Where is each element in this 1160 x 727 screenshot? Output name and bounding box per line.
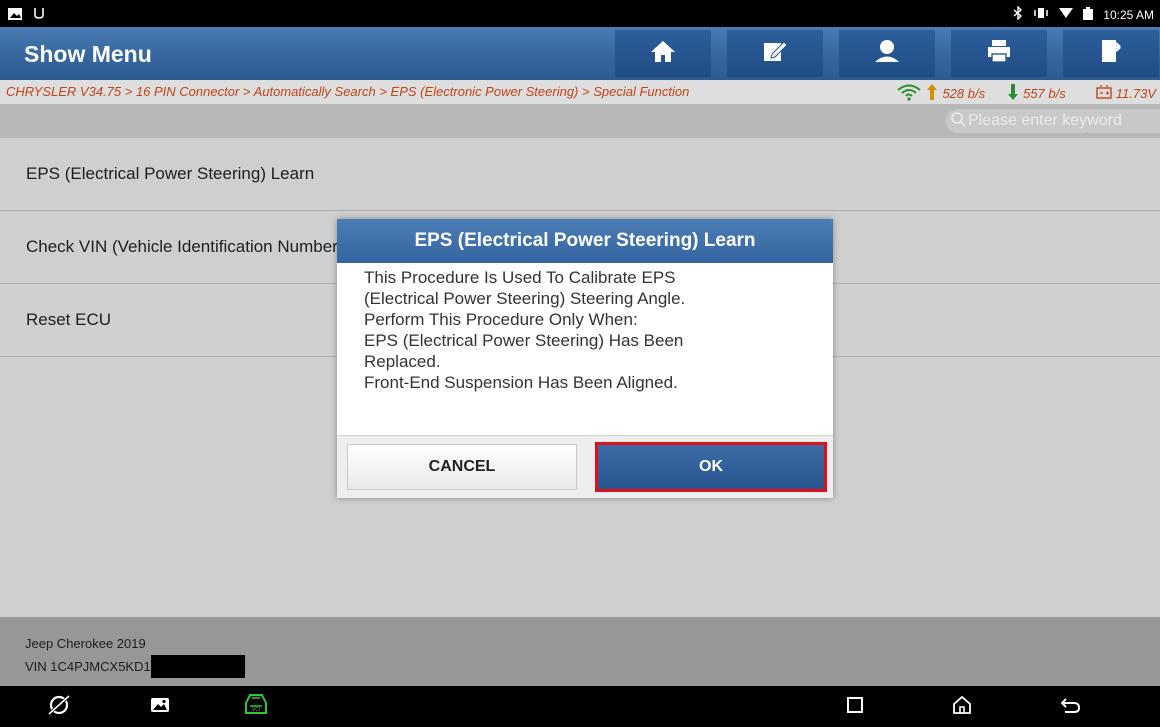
gallery-icon xyxy=(150,696,170,719)
eps-learn-dialog: EPS (Electrical Power Steering) Learn Th… xyxy=(337,219,833,498)
vci-icon: VCI xyxy=(243,693,269,722)
status-bar: 10:25 AM xyxy=(0,0,1160,27)
home-button[interactable] xyxy=(615,30,711,77)
browser-button[interactable] xyxy=(46,694,72,720)
print-icon xyxy=(987,39,1011,68)
bluetooth-icon xyxy=(1013,5,1023,23)
dialog-message: This Procedure Is Used To Calibrate EPS … xyxy=(364,267,804,393)
edit-button[interactable] xyxy=(727,30,823,77)
dialog-title: EPS (Electrical Power Steering) Learn xyxy=(337,219,833,263)
exit-button[interactable] xyxy=(1063,30,1159,77)
gallery-notification-icon xyxy=(8,7,22,25)
usb-notification-icon xyxy=(32,6,46,25)
dialog-actions: CANCEL OK xyxy=(337,435,833,498)
ok-button[interactable]: OK xyxy=(595,442,827,492)
gallery-button[interactable] xyxy=(147,694,173,720)
svg-text:VCI: VCI xyxy=(252,707,260,713)
dialog-line: (Electrical Power Steering) Steering Ang… xyxy=(364,289,686,308)
exit-icon xyxy=(1099,39,1123,68)
cancel-button[interactable]: CANCEL xyxy=(347,444,577,490)
edit-icon xyxy=(762,39,788,68)
navigation-bar: VCI xyxy=(0,686,1160,727)
recents-button[interactable] xyxy=(842,694,868,720)
account-button[interactable] xyxy=(839,30,935,77)
browser-icon xyxy=(48,694,70,721)
back-icon xyxy=(1059,696,1081,719)
dialog-line: Perform This Procedure Only When: xyxy=(364,310,638,329)
vibrate-icon xyxy=(1033,7,1049,22)
wifi-icon xyxy=(1059,7,1074,22)
print-button[interactable] xyxy=(951,30,1047,77)
home-nav-button[interactable] xyxy=(949,694,975,720)
app-header: Show Menu xyxy=(0,27,1160,80)
dialog-line: Replaced. xyxy=(364,352,441,371)
battery-icon xyxy=(1083,6,1094,23)
vci-button[interactable]: VCI xyxy=(243,693,269,722)
back-button[interactable] xyxy=(1057,694,1083,720)
dialog-line: This Procedure Is Used To Calibrate EPS xyxy=(364,268,676,287)
user-icon xyxy=(873,39,901,68)
dialog-line: Front-End Suspension Has Been Aligned. xyxy=(364,373,678,392)
home-icon xyxy=(650,39,676,68)
recents-icon xyxy=(846,696,864,719)
dialog-line: EPS (Electrical Power Steering) Has Been xyxy=(364,331,684,350)
page-title: Show Menu xyxy=(24,41,152,67)
home-outline-icon xyxy=(952,695,972,720)
clock-time: 10:25 AM xyxy=(1103,7,1154,22)
